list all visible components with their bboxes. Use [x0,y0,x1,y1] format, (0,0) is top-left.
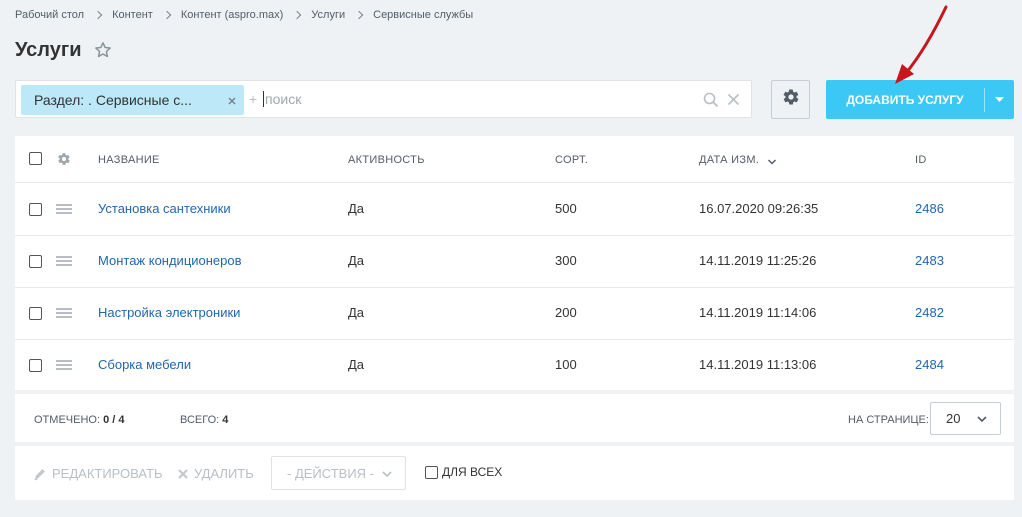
selected-count-value: 0 / 4 [103,414,125,426]
row-id-link[interactable]: 2484 [915,357,944,372]
drag-handle-icon[interactable] [56,204,72,214]
caret-down-icon [995,97,1004,102]
chevron-down-icon [382,471,392,478]
row-active: Да [348,253,365,268]
table-header: НАЗВАНИЕ АКТИВНОСТЬ СОРТ. ДАТА ИЗМ. ID [15,136,1014,183]
row-name-link[interactable]: Установка сантехники [98,201,231,216]
title-row: Услуги [15,36,112,64]
row-id-link[interactable]: 2482 [915,305,944,320]
selected-count-label: ОТМЕЧЕНО: [34,414,100,426]
per-page-select[interactable]: 20 [930,402,1001,435]
table-row[interactable]: Установка сантехники Да 500 16.07.2020 0… [15,184,1014,236]
close-icon[interactable] [226,94,238,106]
breadcrumb-service-departments[interactable]: Сервисные службы [373,9,473,21]
actions-select[interactable]: - ДЕЙСТВИЯ - [271,456,406,490]
drag-handle-icon[interactable] [56,308,72,318]
close-icon [178,468,188,479]
row-name-link[interactable]: Монтаж кондиционеров [98,253,242,268]
row-active: Да [348,201,365,216]
total-count-value: 4 [222,414,229,426]
column-header-date[interactable]: ДАТА ИЗМ. [699,154,759,166]
row-date: 14.11.2019 11:25:26 [699,253,817,268]
drag-handle-icon[interactable] [56,256,72,266]
row-checkbox[interactable] [29,307,42,320]
row-sort: 500 [555,201,577,216]
row-date: 14.11.2019 11:13:06 [699,357,817,372]
column-header-sort[interactable]: СОРТ. [555,154,588,166]
drag-handle-icon[interactable] [56,360,72,370]
for-all-label: ДЛЯ ВСЕХ [442,465,503,479]
breadcrumb-separator-icon [354,10,364,20]
row-checkbox[interactable] [29,359,42,372]
column-header-name[interactable]: НАЗВАНИЕ [98,154,160,166]
star-icon[interactable] [94,41,112,59]
column-header-id[interactable]: ID [915,154,927,166]
chevron-down-icon [977,416,987,423]
selected-count: ОТМЕЧЕНО: 0 / 4 [34,414,124,426]
column-header-active[interactable]: АКТИВНОСТЬ [348,154,425,166]
edit-button-label: РЕДАКТИРОВАТЬ [52,466,163,481]
search-input[interactable] [265,88,685,110]
annotation-arrow-icon [895,5,948,84]
row-sort: 200 [555,305,577,320]
per-page-value: 20 [946,411,961,426]
row-name-link[interactable]: Настройка электроники [98,305,240,320]
filter-chip-section[interactable]: Раздел: . Сервисные с... [21,85,244,115]
gear-icon [782,88,800,111]
delete-button[interactable]: УДАЛИТЬ [177,466,254,481]
breadcrumb-desktop[interactable]: Рабочий стол [15,9,84,21]
action-panel: РЕДАКТИРОВАТЬ УДАЛИТЬ - ДЕЙСТВИЯ - ДЛЯ В… [15,446,1014,500]
plus-icon: + [249,91,258,107]
breadcrumb: Рабочий стол Контент Контент (aspro.max)… [15,8,473,22]
select-all-checkbox[interactable] [29,152,42,165]
settings-button[interactable] [771,80,810,119]
column-settings-icon[interactable] [57,152,71,171]
actions-select-value: - ДЕЙСТВИЯ - [287,465,375,481]
edit-button[interactable]: РЕДАКТИРОВАТЬ [33,466,163,481]
per-page-label: НА СТРАНИЦЕ: [848,414,929,426]
breadcrumb-separator-icon [93,10,103,20]
clear-icon[interactable] [727,93,740,106]
row-sort: 300 [555,253,577,268]
row-sort: 100 [555,357,577,372]
table-row[interactable]: Монтаж кондиционеров Да 300 14.11.2019 1… [15,236,1014,288]
breadcrumb-separator-icon [293,10,302,20]
sort-chevron-down-icon[interactable] [767,154,777,172]
row-date: 16.07.2020 09:26:35 [699,201,819,216]
row-id-link[interactable]: 2483 [915,253,944,268]
search-icon[interactable] [703,92,719,108]
breadcrumb-services[interactable]: Услуги [311,9,345,21]
table-row[interactable]: Сборка мебели Да 100 14.11.2019 11:13:06… [15,340,1014,392]
page-title: Услуги [15,38,82,61]
breadcrumb-content[interactable]: Контент [112,9,153,21]
table-footer: ОТМЕЧЕНО: 0 / 4 ВСЕГО: 4 НА СТРАНИЦЕ: 20 [15,394,1014,442]
for-all-toggle[interactable]: ДЛЯ ВСЕХ [425,465,502,479]
text-cursor [263,91,264,107]
total-count: ВСЕГО: 4 [180,414,228,426]
row-active: Да [348,305,365,320]
row-checkbox[interactable] [29,203,42,216]
for-all-checkbox[interactable] [425,465,438,479]
table-row[interactable]: Настройка электроники Да 200 14.11.2019 … [15,288,1014,340]
row-active: Да [348,357,365,372]
row-id-link[interactable]: 2486 [915,201,944,216]
filter-chip-label: Раздел: . Сервисные с... [34,92,192,108]
add-service-dropdown[interactable] [985,80,1014,119]
delete-button-label: УДАЛИТЬ [194,466,254,481]
filter-search-box[interactable]: Раздел: . Сервисные с... + [15,80,752,118]
total-count-label: ВСЕГО: [180,414,220,426]
pencil-icon [34,468,45,480]
row-name-link[interactable]: Сборка мебели [98,357,191,372]
row-checkbox[interactable] [29,255,42,268]
breadcrumb-content-aspro[interactable]: Контент (aspro.max) [181,9,283,21]
row-date: 14.11.2019 11:14:06 [699,305,817,320]
breadcrumb-separator-icon [162,10,172,20]
services-table: НАЗВАНИЕ АКТИВНОСТЬ СОРТ. ДАТА ИЗМ. ID У… [15,136,1014,442]
